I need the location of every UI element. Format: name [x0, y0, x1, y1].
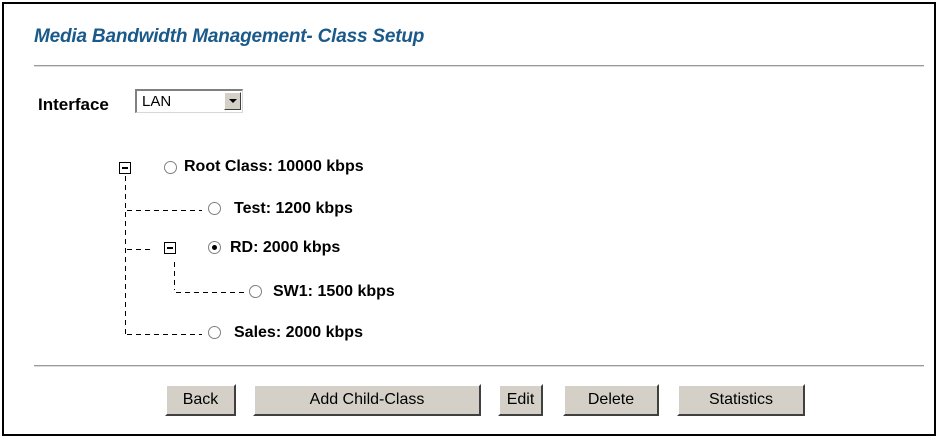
radio-sales[interactable]	[208, 326, 221, 339]
tree-node-test: Test: 1200 kbps	[234, 200, 353, 217]
collapse-icon[interactable]	[164, 242, 176, 254]
tree-node-sales: Sales: 2000 kbps	[234, 324, 363, 341]
radio-sw1[interactable]	[249, 285, 262, 298]
divider	[34, 365, 924, 367]
back-button[interactable]: Back	[165, 384, 236, 416]
radio-root-class[interactable]	[164, 161, 177, 174]
tree-node-root-class: Root Class: 10000 kbps	[184, 158, 364, 175]
tree-node-rd: RD: 2000 kbps	[230, 239, 341, 256]
add-child-class-button[interactable]: Add Child-Class	[253, 384, 481, 416]
delete-button[interactable]: Delete	[563, 384, 659, 416]
edit-button[interactable]: Edit	[498, 384, 543, 416]
tree-connectors	[125, 176, 244, 336]
collapse-icon[interactable]	[119, 162, 131, 174]
statistics-button[interactable]: Statistics	[677, 384, 805, 416]
tree-node-sw1: SW1: 1500 kbps	[273, 283, 395, 300]
radio-rd[interactable]	[208, 241, 221, 254]
radio-test[interactable]	[208, 202, 221, 215]
